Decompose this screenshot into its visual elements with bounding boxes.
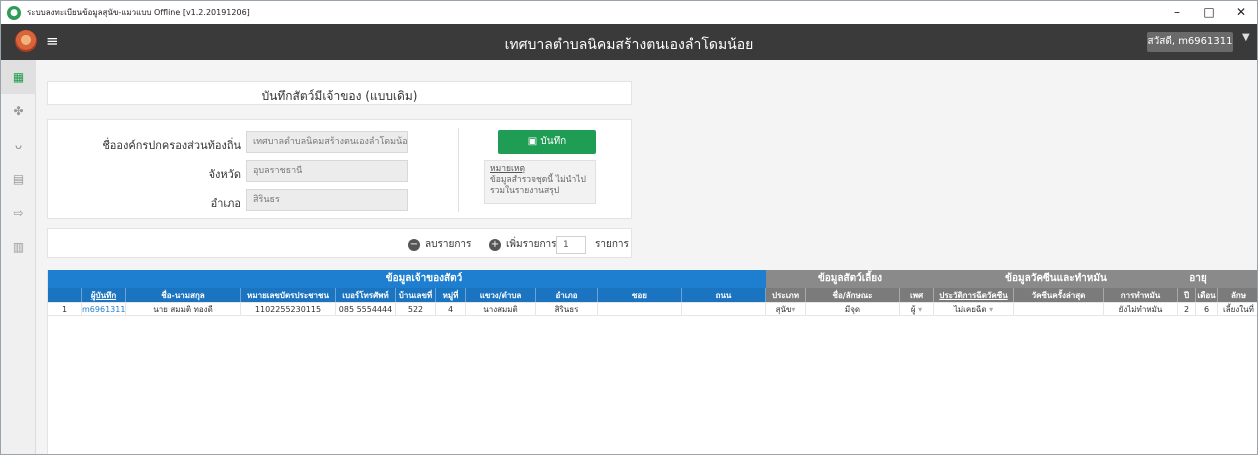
col-last-vac[interactable]: วัคซีนครั้งล่าสุด <box>1014 288 1104 302</box>
top-navbar: ≡ เทศบาลตำบลนิคมสร้างตนเองลำโดมน้อย สวัส… <box>1 24 1257 60</box>
org-field[interactable]: เทศบาลตำบลนิคมสร้างตนเองลำโดมน้อย <box>246 131 408 153</box>
page-title: บันทึกสัตว์มีเจ้าของ (แบบเดิม) <box>261 89 418 103</box>
animal-group-header: ข้อมูลสัตว์เลี้ยง <box>766 270 934 288</box>
age-group-header: อายุ <box>1178 270 1218 288</box>
data-grid: ข้อมูลเจ้าของสัตว์ ข้อมูลสัตว์เลี้ยง ข้อ… <box>47 270 1257 454</box>
row-last-vac[interactable] <box>1014 303 1104 316</box>
col-sterile[interactable]: การทำหมัน <box>1104 288 1178 302</box>
user-badge[interactable]: สวัสดี, m6961311 <box>1147 32 1233 52</box>
owner-group-header: ข้อมูลเจ้าของสัตว์ <box>82 270 766 288</box>
row-house[interactable]: 522 <box>396 303 436 316</box>
row-animal-name[interactable]: มีจุด <box>806 303 900 316</box>
page-header-panel: บันทึกสัตว์มีเจ้าของ (แบบเดิม) <box>47 81 632 105</box>
col-vac-history[interactable]: ประวัติการฉีดวัคซีน <box>934 288 1014 302</box>
row-count-input[interactable]: 1 <box>556 236 586 254</box>
row-recorder[interactable]: m6961311 <box>82 303 126 316</box>
app-window: ● ระบบลงทะเบียนข้อมูลสุนัข-แมวแบบ Offlin… <box>0 0 1258 455</box>
col-index <box>48 288 82 302</box>
dashboard-icon[interactable]: ▦ <box>1 60 36 94</box>
col-id[interactable]: หมายเลขบัตรประชาชน <box>241 288 336 302</box>
col-more[interactable]: ลักษ <box>1218 288 1257 302</box>
maximize-button[interactable]: □ <box>1193 1 1225 24</box>
chevron-down-icon: ▾ <box>918 305 923 314</box>
col-sex[interactable]: เพศ <box>900 288 934 302</box>
cat-icon[interactable]: ᴗ <box>1 128 36 162</box>
row-type-value: สุนัข <box>775 305 792 314</box>
org-title: เทศบาลตำบลนิคมสร้างตนเองลำโดมน้อย <box>504 37 754 53</box>
row-moo[interactable]: 4 <box>436 303 466 316</box>
col-name[interactable]: ชื่อ-นามสกุล <box>126 288 241 302</box>
col-recorder[interactable]: ผู้บันทึก <box>82 288 126 302</box>
note-text: ข้อมูลสำรวจชุดนี้ ไม่นำไปรวมในรายงานสรุป <box>490 175 586 196</box>
add-row-label: เพิ่มรายการ <box>506 239 557 250</box>
minimize-button[interactable]: – <box>1161 1 1193 24</box>
chevron-down-icon: ▾ <box>791 305 796 314</box>
row-name[interactable]: นาย สมมติ ทองดี <box>126 303 241 316</box>
row-amphoe[interactable]: สิรินธร <box>536 303 598 316</box>
col-tambon[interactable]: แขวง/ตำบล <box>466 288 536 302</box>
add-row-button[interactable]: + เพิ่มรายการ <box>489 237 557 252</box>
remove-row-button[interactable]: − ลบรายการ <box>408 237 471 252</box>
title-bar: ● ระบบลงทะเบียนข้อมูลสุนัข-แมวแบบ Offlin… <box>1 1 1257 24</box>
row-vac-history[interactable]: ไม่เคยฉีด ▾ <box>934 303 1014 316</box>
row-sterile[interactable]: ยังไม่ทำหมัน <box>1104 303 1178 316</box>
app-icon: ● <box>7 5 21 20</box>
window-title: ระบบลงทะเบียนข้อมูลสุนัข-แมวแบบ Offline … <box>27 8 250 17</box>
form-divider <box>458 128 459 212</box>
note-box: หมายเหตุ ข้อมูลสำรวจชุดนี้ ไม่นำไปรวมในร… <box>484 160 596 204</box>
row-id[interactable]: 1102255230115 <box>241 303 336 316</box>
save-button-label: บันทึก <box>540 136 567 147</box>
col-year[interactable]: ปี <box>1178 288 1196 302</box>
row-road[interactable] <box>682 303 766 316</box>
col-animal-name[interactable]: ชื่อ/ลักษณะ <box>806 288 900 302</box>
minus-circle-icon: − <box>408 238 420 251</box>
row-unit-label: รายการ <box>595 239 629 250</box>
row-sex-value: ผู้ <box>910 305 916 314</box>
plus-circle-icon: + <box>489 238 501 251</box>
row-index: 1 <box>48 303 82 316</box>
row-phone[interactable]: 085 5554444 <box>336 303 396 316</box>
close-button[interactable]: ✕ <box>1225 1 1257 24</box>
row-tambon[interactable]: นางสมมติ <box>466 303 536 316</box>
col-type[interactable]: ประเภท <box>766 288 806 302</box>
chevron-down-icon[interactable]: ▼ <box>1242 32 1250 43</box>
window-controls: – □ ✕ <box>1161 1 1257 24</box>
district-label: อำเภอ <box>210 197 241 210</box>
col-soi[interactable]: ซอย <box>598 288 682 302</box>
col-house[interactable]: บ้านเลขที่ <box>396 288 436 302</box>
vaccine-group-header: ข้อมูลวัคซีนและทำหมัน <box>934 270 1178 288</box>
row-soi[interactable] <box>598 303 682 316</box>
document-icon[interactable]: ▤ <box>1 162 36 196</box>
row-sex[interactable]: ผู้ ▾ <box>900 303 934 316</box>
note-title: หมายเหตุ <box>490 164 525 174</box>
extra-group-header <box>1218 270 1257 288</box>
row-month[interactable]: 6 <box>1196 303 1218 316</box>
row-vac-history-value: ไม่เคยฉีด <box>953 305 987 314</box>
province-field[interactable]: อุบลราชธานี <box>246 160 408 182</box>
col-moo[interactable]: หมู่ที่ <box>436 288 466 302</box>
org-label: ชื่อองค์กรปกครองส่วนท้องถิ่น <box>102 139 241 152</box>
dog-icon[interactable]: ✤ <box>1 94 36 128</box>
col-phone[interactable]: เบอร์โทรศัพท์ <box>336 288 396 302</box>
row-more[interactable]: เลี้ยงในที่ <box>1218 303 1257 316</box>
report-icon[interactable]: ▥ <box>1 230 36 264</box>
sidebar: ▦ ✤ ᴗ ▤ ⇨ ▥ <box>1 60 36 454</box>
save-button[interactable]: ▣ บันทึก <box>498 130 596 154</box>
row-type[interactable]: สุนัข▾ <box>766 303 806 316</box>
district-field[interactable]: สิรินธร <box>246 189 408 211</box>
col-month[interactable]: เดือน <box>1196 288 1218 302</box>
row-year[interactable]: 2 <box>1178 303 1196 316</box>
province-label: จังหวัด <box>208 168 241 181</box>
floppy-disk-icon: ▣ <box>527 136 538 147</box>
chevron-down-icon: ▾ <box>989 305 994 314</box>
col-amphoe[interactable]: อำเภอ <box>536 288 598 302</box>
col-road[interactable]: ถนน <box>682 288 766 302</box>
index-group-header <box>48 270 82 288</box>
logout-icon[interactable]: ⇨ <box>1 196 36 230</box>
remove-row-label: ลบรายการ <box>425 239 472 250</box>
